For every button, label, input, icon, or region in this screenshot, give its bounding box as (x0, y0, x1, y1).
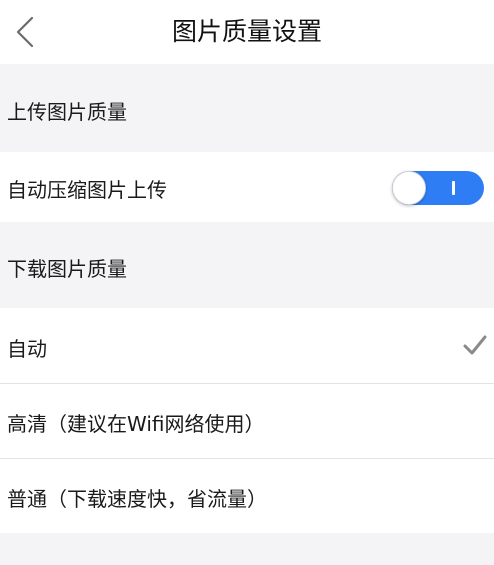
navigation-bar: 图片质量设置 (0, 0, 494, 64)
section-header-upload: 上传图片质量 (0, 64, 494, 152)
toggle-knob (392, 171, 426, 205)
download-option-auto[interactable]: 自动 (0, 308, 494, 383)
download-option-normal[interactable]: 普通（下载速度快，省流量） (0, 459, 494, 533)
download-option-hd[interactable]: 高清（建议在Wifi网络使用） (0, 384, 494, 458)
option-label: 高清（建议在Wifi网络使用） (7, 412, 265, 436)
section-title-download: 下载图片质量 (7, 257, 127, 281)
toggle-on-indicator (452, 181, 455, 195)
section-header-download: 下载图片质量 (0, 222, 494, 308)
check-icon (463, 335, 487, 355)
chevron-left-icon (16, 16, 34, 48)
option-label: 普通（下载速度快，省流量） (7, 487, 267, 511)
back-button[interactable] (0, 0, 56, 64)
page-title: 图片质量设置 (171, 17, 322, 46)
section-title-upload: 上传图片质量 (7, 100, 127, 124)
auto-compress-label: 自动压缩图片上传 (7, 178, 167, 202)
auto-compress-row[interactable]: 自动压缩图片上传 (0, 152, 494, 222)
option-label: 自动 (7, 337, 47, 361)
auto-compress-toggle[interactable] (392, 171, 484, 205)
